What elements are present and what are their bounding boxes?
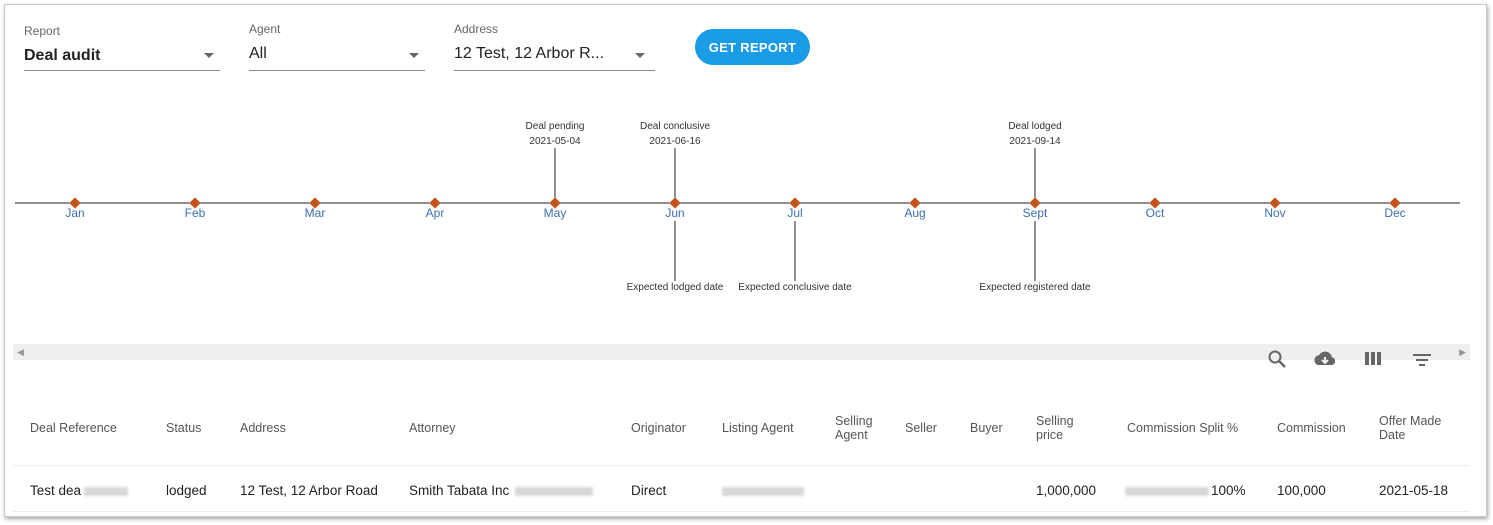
cell-selling-price: 1,000,000: [1036, 483, 1097, 498]
redacted-text: [1125, 486, 1209, 496]
timeline-month-label: May: [544, 206, 567, 220]
address-label: Address: [454, 22, 499, 36]
filter-icon[interactable]: [1411, 349, 1433, 369]
cell-deal-reference-text: Test dea: [30, 483, 82, 498]
scroll-left-icon[interactable]: ◀: [17, 347, 24, 358]
report-underline: [24, 70, 220, 71]
horizontal-scrollbar[interactable]: ◀ ▶: [13, 344, 1470, 360]
get-report-button[interactable]: GET REPORT: [695, 29, 810, 65]
address-select[interactable]: Address 12 Test, 12 Arbor R...: [454, 22, 655, 72]
agent-label: Agent: [249, 22, 281, 36]
col-buyer[interactable]: Buyer: [970, 421, 1003, 435]
search-icon[interactable]: [1267, 349, 1287, 369]
agent-select[interactable]: Agent All: [249, 22, 425, 72]
timeline-expected-label: Expected registered date: [979, 282, 1091, 293]
download-icon[interactable]: [1312, 349, 1338, 369]
row-divider: [13, 511, 1470, 512]
cell-listing-agent: [722, 483, 804, 498]
timeline-month-label: Feb: [185, 206, 206, 220]
cell-deal-reference: Test dea: [30, 483, 129, 498]
timeline-month-label: Apr: [426, 206, 445, 220]
col-offer-made-date[interactable]: Offer Made Date: [1379, 414, 1454, 442]
report-label: Report: [24, 24, 61, 38]
timeline-event-date: 2021-05-04: [529, 136, 581, 147]
report-panel: Report Deal audit Agent All Address 12 T…: [4, 4, 1487, 517]
cell-offer-made-date: 2021-05-18: [1379, 483, 1449, 498]
cell-commission-split-text: 100%: [1211, 483, 1246, 498]
col-commission[interactable]: Commission: [1277, 421, 1346, 435]
col-originator[interactable]: Originator: [631, 421, 686, 435]
cell-commission: 100,000: [1277, 483, 1326, 498]
timeline-month-label: Oct: [1146, 206, 1165, 220]
cell-status: lodged: [166, 483, 207, 498]
timeline-event-title: Deal conclusive: [640, 121, 710, 132]
agent-chevron-down-icon[interactable]: [409, 53, 419, 58]
col-commission-split[interactable]: Commission Split %: [1127, 421, 1238, 435]
address-underline: [454, 70, 655, 71]
col-selling-price[interactable]: Selling price: [1036, 414, 1086, 442]
col-listing-agent[interactable]: Listing Agent: [722, 421, 794, 435]
timeline-expected-label: Expected lodged date: [627, 282, 724, 293]
header-divider: [13, 465, 1470, 466]
agent-value: All: [249, 45, 267, 62]
col-status[interactable]: Status: [166, 421, 201, 435]
cell-address: 12 Test, 12 Arbor Road: [240, 483, 378, 498]
timeline-month-label: Nov: [1264, 206, 1285, 220]
redacted-text: [515, 486, 594, 496]
agent-underline: [249, 70, 425, 71]
cell-attorney-text: Smith Tabata Inc: [409, 483, 510, 498]
timeline-month-label: Mar: [305, 206, 326, 220]
timeline-month-label: Sept: [1023, 206, 1048, 220]
timeline-month-label: Jan: [65, 206, 84, 220]
col-address[interactable]: Address: [240, 421, 286, 435]
timeline-month-label: Dec: [1384, 206, 1405, 220]
redacted-text: [722, 486, 804, 496]
cell-commission-split: 100%: [1125, 483, 1246, 498]
timeline-event-title: Deal lodged: [1008, 121, 1061, 132]
timeline-event-date: 2021-09-14: [1009, 136, 1061, 147]
col-seller[interactable]: Seller: [905, 421, 937, 435]
timeline-month-label: Aug: [904, 206, 925, 220]
timeline-expected-label: Expected conclusive date: [738, 282, 852, 293]
timeline-month-label: Jul: [787, 206, 802, 220]
timeline-month-labels: Jan Feb Mar Apr May Jun Jul Aug Sept Oct Nov Dec: [65, 206, 1405, 220]
timeline-month-label: Jun: [665, 206, 684, 220]
col-selling-agent[interactable]: Selling Agent: [835, 414, 885, 442]
col-attorney[interactable]: Attorney: [409, 421, 456, 435]
cell-attorney: Smith Tabata Inc: [409, 483, 594, 498]
report-select[interactable]: Report Deal audit: [24, 24, 220, 72]
report-chevron-down-icon[interactable]: [204, 53, 214, 58]
scroll-right-icon[interactable]: ▶: [1459, 347, 1466, 358]
timeline-event-labels: Deal pending 2021-05-04 Deal conclusive 202…: [526, 121, 1091, 293]
address-chevron-down-icon[interactable]: [635, 53, 645, 58]
columns-icon[interactable]: [1363, 349, 1383, 369]
redacted-text: [84, 486, 129, 496]
address-value: 12 Test, 12 Arbor R...: [454, 45, 605, 62]
timeline-event-date: 2021-06-16: [649, 136, 701, 147]
timeline-event-title: Deal pending: [526, 121, 585, 132]
report-value: Deal audit: [24, 47, 101, 64]
deal-timeline: Jan Feb Mar Apr May Jun Jul Aug Sept Oct Nov Dec De…: [15, 121, 1460, 293]
cell-originator: Direct: [631, 483, 667, 498]
col-deal-reference[interactable]: Deal Reference: [30, 421, 117, 435]
